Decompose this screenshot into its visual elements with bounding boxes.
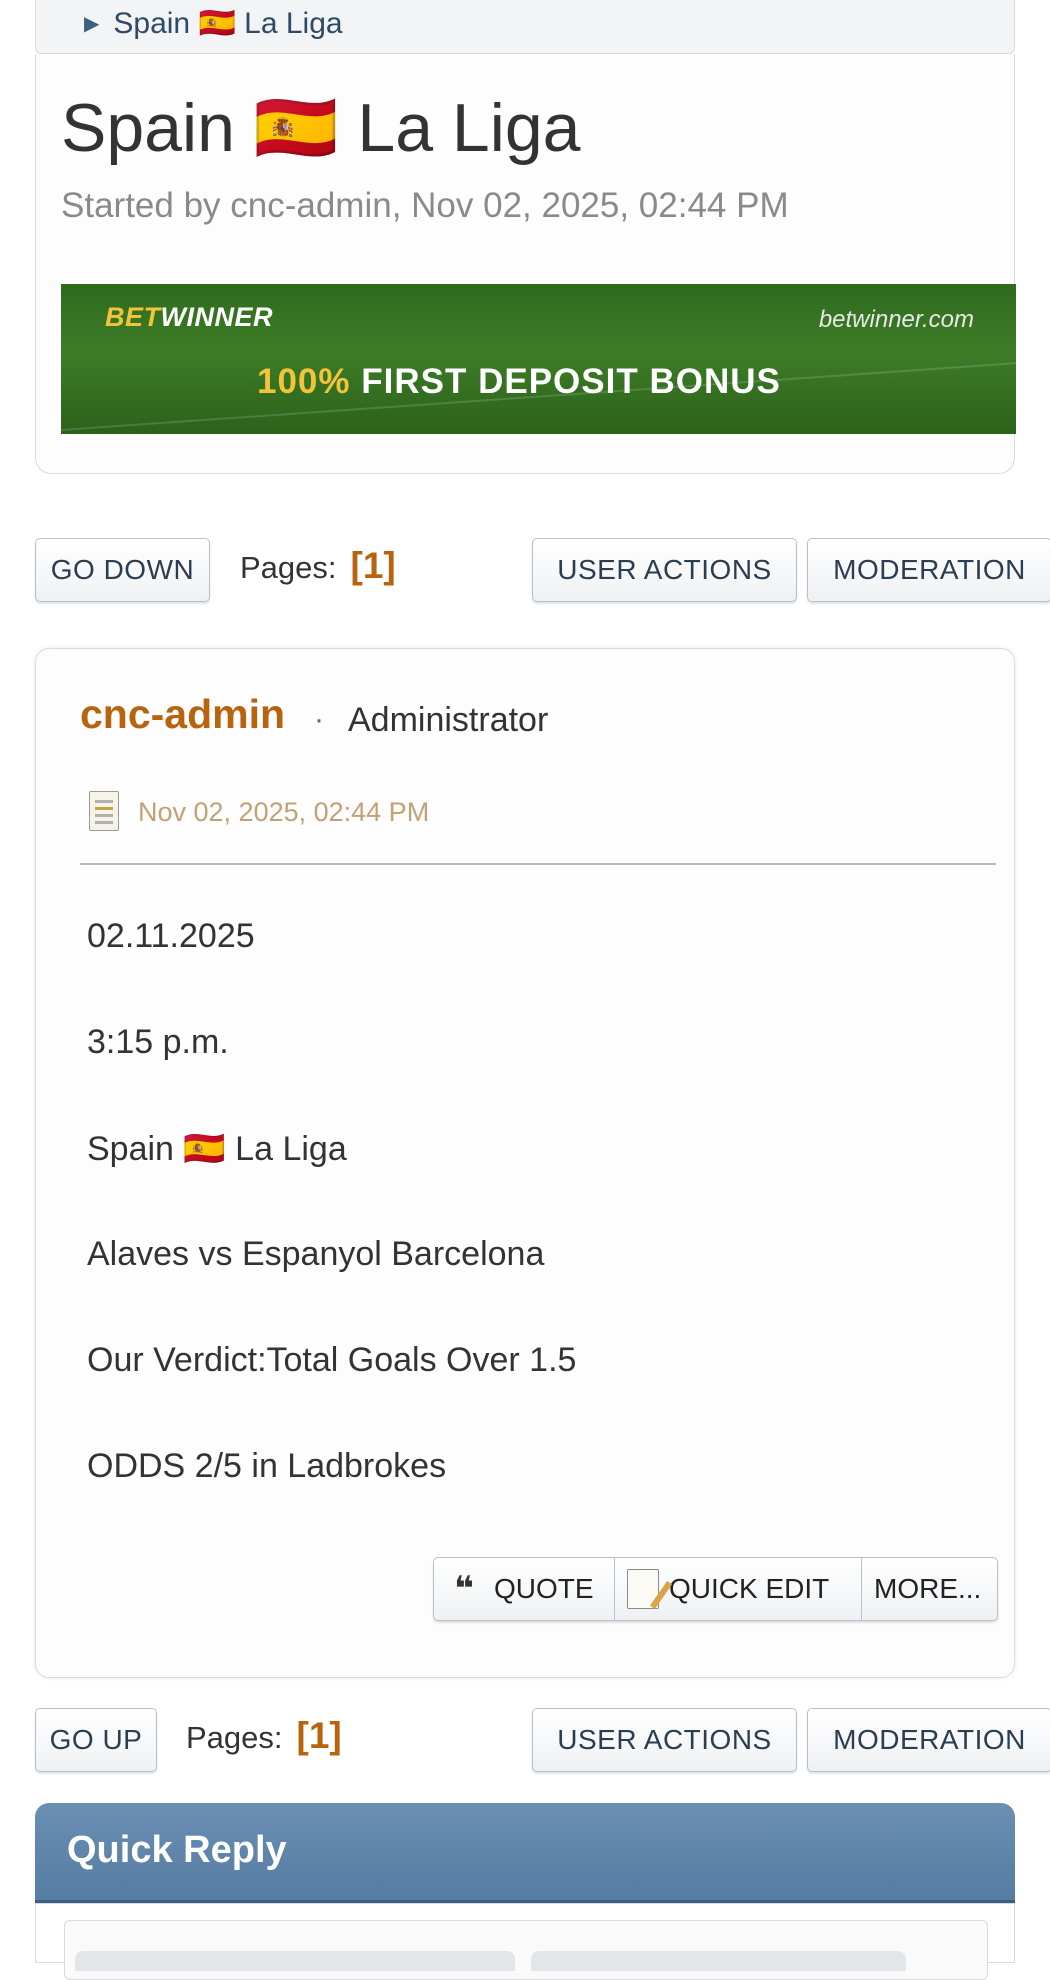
more-button[interactable]: MORE... — [862, 1558, 997, 1620]
post-actions: ❝ QUOTE QUICK EDIT MORE... — [433, 1557, 998, 1621]
current-page[interactable]: [1] — [351, 545, 396, 587]
pages-label: Pages: — [186, 1720, 283, 1755]
banner-bonus-text: 100% FIRST DEPOSIT BONUS — [257, 362, 781, 401]
post-line: ODDS 2/5 in Ladbrokes — [87, 1447, 447, 1485]
pagination-top: Pages: [1] — [240, 545, 396, 587]
post-line: 3:15 p.m. — [87, 1023, 229, 1061]
quick-reply-body — [35, 1903, 1015, 1980]
quote-button[interactable]: ❝ QUOTE — [434, 1558, 615, 1620]
moderation-button[interactable]: MODERATION — [807, 1708, 1050, 1772]
post-document-icon — [89, 791, 119, 831]
user-actions-button[interactable]: USER ACTIONS — [532, 538, 797, 602]
post-line: 02.11.2025 — [87, 917, 255, 955]
author-separator: · — [314, 703, 324, 736]
ad-banner[interactable]: BETWINNER betwinner.com 100% FIRST DEPOS… — [61, 284, 1016, 434]
post-line: Alaves vs Espanyol Barcelona — [87, 1235, 545, 1273]
post-line: Spain 🇪🇸 La Liga — [87, 1130, 347, 1168]
post: cnc-admin · Administrator Nov 02, 2025, … — [35, 648, 1015, 1678]
banner-domain: betwinner.com — [818, 306, 974, 333]
topic-header: Spain 🇪🇸 La Liga Started by cnc-admin, N… — [35, 54, 1016, 474]
quick-reply-title: Quick Reply — [67, 1829, 287, 1871]
quote-icon: ❝ — [454, 1570, 474, 1608]
topic-started-by: Started by cnc-admin, Nov 02, 2025, 02:4… — [61, 186, 789, 225]
divider — [80, 863, 996, 865]
banner-logo: BETWINNER — [105, 302, 273, 332]
author-rank: Administrator — [348, 701, 549, 739]
editor-toolbar-group — [75, 1951, 515, 1971]
breadcrumb-current[interactable]: Spain 🇪🇸 La Liga — [113, 6, 342, 41]
moderation-button[interactable]: MODERATION — [807, 538, 1050, 602]
pages-label: Pages: — [240, 550, 337, 585]
quick-reply-editor[interactable] — [64, 1920, 988, 1980]
pagination-bottom: Pages: [1] — [186, 1715, 342, 1757]
triangle-right-icon: ▶ — [84, 13, 100, 35]
edit-note-icon — [627, 1569, 659, 1609]
editor-toolbar-group — [531, 1951, 906, 1971]
go-down-button[interactable]: GO DOWN — [35, 538, 210, 602]
breadcrumb: ▶ Spain 🇪🇸 La Liga — [35, 0, 1015, 54]
go-up-button[interactable]: GO UP — [35, 1708, 157, 1772]
quick-reply-header[interactable]: Quick Reply — [35, 1803, 1015, 1903]
post-date[interactable]: Nov 02, 2025, 02:44 PM — [138, 797, 429, 828]
current-page[interactable]: [1] — [297, 1715, 342, 1757]
quick-edit-button[interactable]: QUICK EDIT — [615, 1558, 862, 1620]
user-actions-button[interactable]: USER ACTIONS — [532, 1708, 797, 1772]
post-author[interactable]: cnc-admin — [80, 691, 285, 738]
post-line: Our Verdict:Total Goals Over 1.5 — [87, 1341, 577, 1379]
page-title: Spain 🇪🇸 La Liga — [61, 90, 581, 166]
